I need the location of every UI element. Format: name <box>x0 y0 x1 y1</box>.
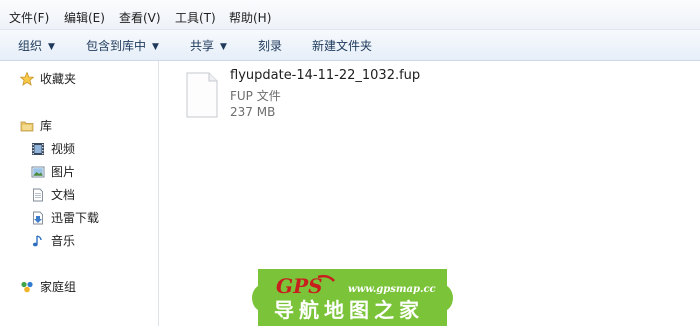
menu-view[interactable]: 查看(V) <box>119 9 161 26</box>
gpsmap-watermark-logo: GPS www.gpsmap.cc 导航地图之家 <box>252 269 453 326</box>
menu-file[interactable]: 文件(F) <box>9 9 49 26</box>
menu-help[interactable]: 帮助(H) <box>229 9 271 26</box>
nav-favorites-label: 收藏夹 <box>40 72 77 86</box>
organize-button[interactable]: 组织 ▼ <box>18 37 55 54</box>
homegroup-icon <box>21 281 33 293</box>
chevron-down-icon: ▼ <box>152 42 159 52</box>
chevron-down-icon: ▼ <box>48 42 55 52</box>
download-folder-icon <box>33 211 43 225</box>
file-type: FUP 文件 <box>230 89 281 103</box>
watermark-url: www.gpsmap.cc <box>348 284 436 295</box>
burn-button[interactable]: 刻录 <box>258 37 282 54</box>
film-icon <box>32 143 44 155</box>
command-bar: 组织 ▼ 包含到库中 ▼ 共享 ▼ 刻录 新建文件夹 <box>0 30 700 61</box>
nav-videos-label: 视频 <box>51 142 76 156</box>
generic-file-icon <box>186 72 218 118</box>
menu-edit[interactable]: 编辑(E) <box>64 9 105 26</box>
library-folder-icon <box>20 121 34 132</box>
file-item[interactable]: flyupdate-14-11-22_1032.fup FUP 文件 237 M… <box>184 66 444 126</box>
include-in-library-label: 包含到库中 <box>86 39 147 53</box>
menu-tools[interactable]: 工具(T) <box>175 9 216 26</box>
menu-bar: 文件(F) 编辑(E) 查看(V) 工具(T) 帮助(H) <box>0 0 700 30</box>
music-note-icon <box>32 235 42 247</box>
picture-icon <box>31 166 45 178</box>
navigation-pane: 收藏夹 库 视频 图片 文档 迅雷下载 音乐 家庭组 <box>0 61 159 326</box>
file-name: flyupdate-14-11-22_1032.fup <box>230 68 421 83</box>
organize-label: 组织 <box>18 39 43 53</box>
chevron-down-icon: ▼ <box>220 42 227 52</box>
star-icon <box>20 72 34 86</box>
nav-documents-label: 文档 <box>51 188 76 202</box>
file-size: 237 MB <box>230 105 276 119</box>
share-label: 共享 <box>190 39 215 53</box>
watermark-brand: GPS <box>276 274 323 298</box>
nav-thunder-downloads-label: 迅雷下载 <box>51 211 100 225</box>
nav-libraries-label: 库 <box>40 119 53 133</box>
share-button[interactable]: 共享 ▼ <box>190 37 227 54</box>
include-in-library-button[interactable]: 包含到库中 ▼ <box>86 37 159 54</box>
nav-pictures-label: 图片 <box>51 165 76 179</box>
document-icon <box>33 188 43 202</box>
nav-homegroup-label: 家庭组 <box>40 280 77 294</box>
watermark-slogan: 导航地图之家 <box>274 298 424 322</box>
new-folder-button[interactable]: 新建文件夹 <box>312 37 372 54</box>
nav-music-label: 音乐 <box>51 234 76 248</box>
